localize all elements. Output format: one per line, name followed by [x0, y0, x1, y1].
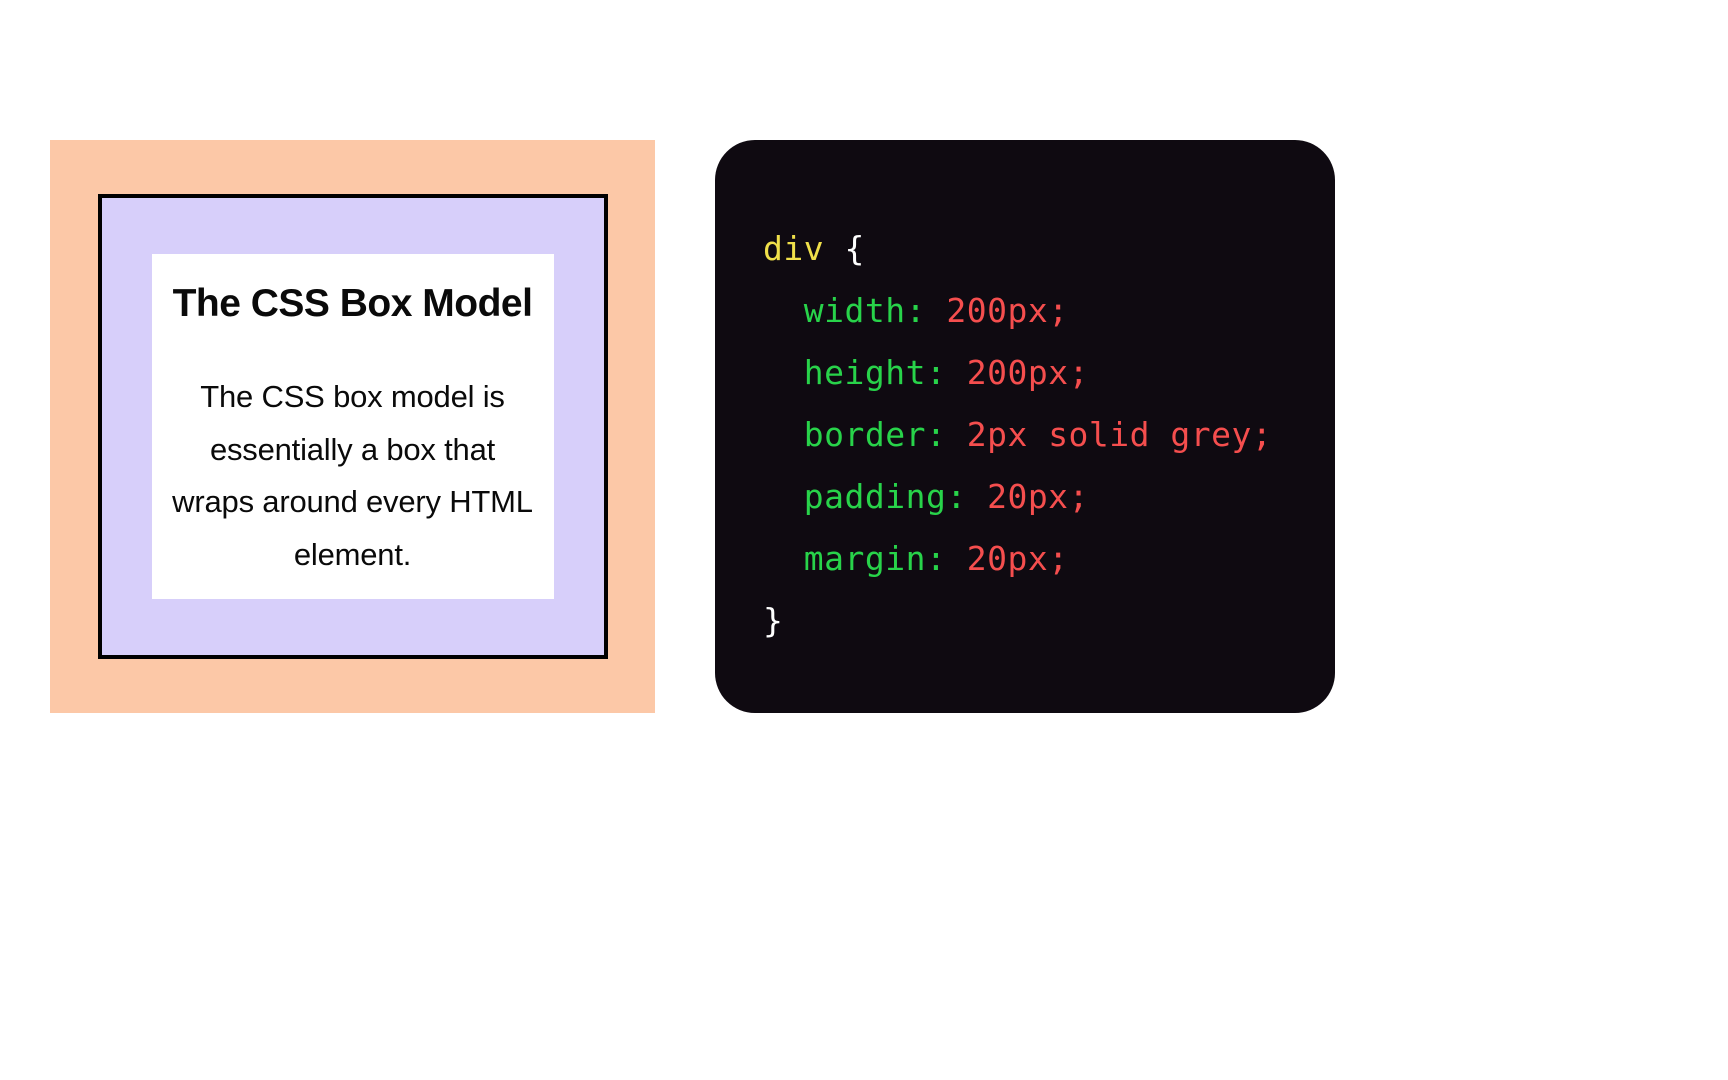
code-value: 2px solid grey [967, 415, 1252, 454]
code-value: 20px [967, 539, 1048, 578]
code-line-width: width: 200px; [763, 280, 1287, 342]
code-property: border [804, 415, 926, 454]
code-property: padding [804, 477, 947, 516]
code-value: 20px [987, 477, 1068, 516]
code-line-height: height: 200px; [763, 342, 1287, 404]
code-brace-open: { [824, 229, 865, 268]
code-brace-close: } [763, 601, 783, 640]
box-model-border-layer: The CSS Box Model The CSS box model is e… [98, 194, 608, 659]
code-selector-line: div { [763, 218, 1287, 280]
box-model-content-layer: The CSS Box Model The CSS box model is e… [152, 254, 554, 599]
diagram-description: The CSS box model is essentially a box t… [172, 371, 534, 582]
code-line-border: border: 2px solid grey; [763, 404, 1287, 466]
box-model-margin-layer: The CSS Box Model The CSS box model is e… [50, 140, 655, 713]
code-block: div { width: 200px; height: 200px; borde… [715, 140, 1335, 713]
code-line-margin: margin: 20px; [763, 528, 1287, 590]
main-container: The CSS Box Model The CSS box model is e… [0, 0, 1728, 853]
code-property: width [804, 291, 906, 330]
code-value: 200px [967, 353, 1069, 392]
diagram-title: The CSS Box Model [172, 282, 534, 326]
code-property: height [804, 353, 926, 392]
code-value: 200px [946, 291, 1048, 330]
code-brace-close-line: } [763, 590, 1287, 652]
code-property: margin [804, 539, 926, 578]
code-selector: div [763, 229, 824, 268]
code-line-padding: padding: 20px; [763, 466, 1287, 528]
